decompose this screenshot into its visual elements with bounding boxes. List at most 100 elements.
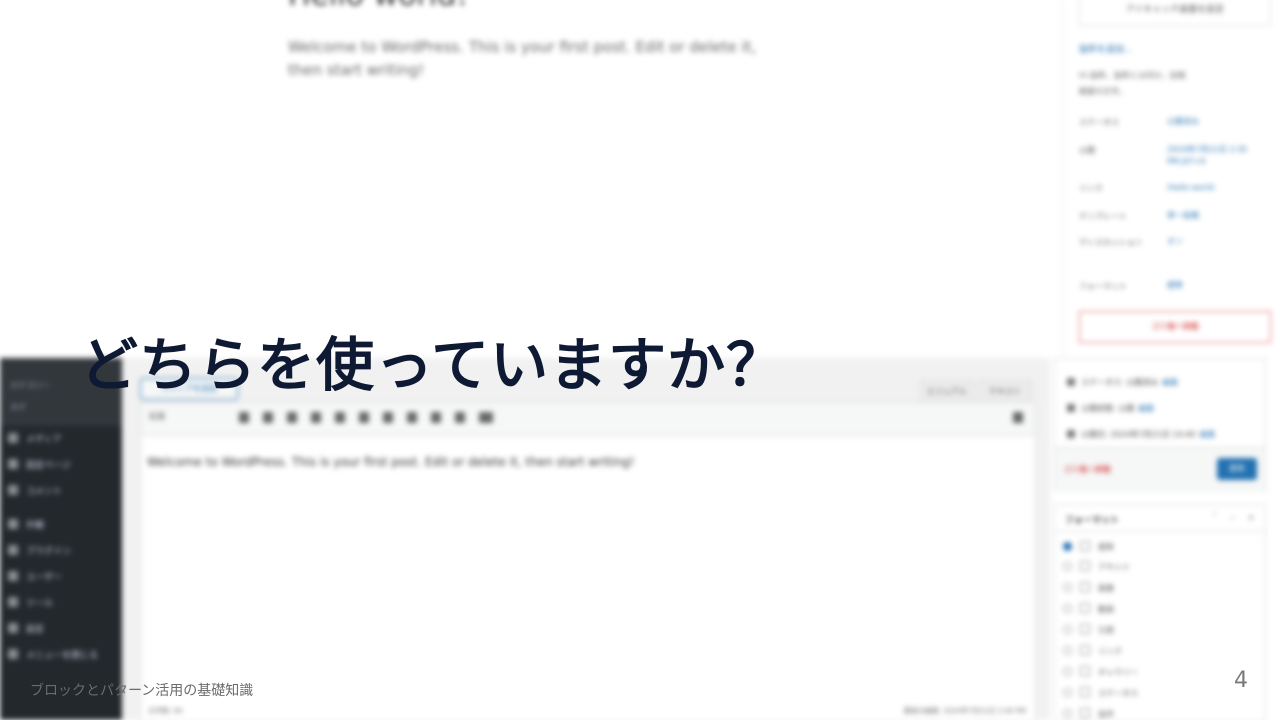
editor-content[interactable]: Welcome to WordPress. This is your first… <box>147 455 634 469</box>
format-box-header: フォーマット ⌃ ⌄ ▴ <box>1055 505 1265 532</box>
radio-icon <box>1063 688 1072 697</box>
settings-icon <box>8 623 18 633</box>
pin-icon <box>1067 378 1075 386</box>
read-more-icon[interactable] <box>455 412 465 423</box>
classic-editor-screenshot: カテゴリー タグ メディア 固定ページ コメント 外観 プラグイン ユーザー ツ… <box>0 358 1050 720</box>
admin-menu-item-appearance[interactable]: 外観 <box>8 518 44 531</box>
edit-visibility-link[interactable]: 編集 <box>1138 404 1154 413</box>
format-option-image[interactable]: 画像 <box>1063 582 1114 594</box>
paragraph-format-select[interactable]: 段落 <box>149 411 229 425</box>
comments-icon <box>8 485 18 495</box>
publish-status-row: ステータス: 公開済み 編集 <box>1067 377 1178 388</box>
collapse-toggle-icon[interactable]: ▴ <box>1249 512 1253 521</box>
classic-editor-box: 段落 Welcome to WordPress. This is your fi… <box>140 402 1036 720</box>
set-featured-image-button[interactable]: アイキャッチ画像を設定 <box>1079 0 1271 26</box>
trash-link[interactable]: ゴミ箱へ移動 <box>1063 464 1111 475</box>
users-icon <box>8 571 18 581</box>
blockquote-icon[interactable] <box>335 412 345 423</box>
radio-icon <box>1063 646 1072 655</box>
radio-checked-icon <box>1063 542 1072 551</box>
classic-editor-main: メディアを追加 ビジュアル テキスト 段落 Welcome to WordPre… <box>122 358 1050 720</box>
editor-status-bar: 文字数: 84 最後の編集: 2024年7月21日 2:40 PM <box>140 698 1034 720</box>
post-title: Hello world! <box>288 0 468 13</box>
admin-menu-item-pages[interactable]: 固定ページ <box>8 458 71 471</box>
publish-visibility-row: 公開状態: 公開 編集 <box>1067 403 1154 414</box>
pages-icon <box>8 459 18 469</box>
bulleted-list-icon[interactable] <box>287 412 297 423</box>
excerpt-description: Hi 抜粋、抜粋とは何か。投稿概要の文字。 <box>1079 71 1186 96</box>
tools-icon <box>8 597 18 607</box>
plugins-icon <box>8 545 18 555</box>
tab-visual[interactable]: ビジュアル <box>920 380 974 404</box>
chevron-up-icon[interactable]: ⌃ <box>1211 512 1218 521</box>
audio-icon <box>1080 708 1090 718</box>
align-right-icon[interactable] <box>407 412 417 423</box>
toolbar-toggle-icon[interactable] <box>479 412 493 423</box>
admin-menu-item-settings[interactable]: 設定 <box>8 622 44 635</box>
radio-icon <box>1063 667 1072 676</box>
block-settings-sidebar: アイキャッチ画像を設定 抜粋を追加… Hi 抜粋、抜粋とは何か。投稿概要の文字。… <box>1062 0 1280 358</box>
format-option-link[interactable]: リンク <box>1063 645 1122 657</box>
move-to-trash-button[interactable]: ゴミ箱へ移動 <box>1079 311 1271 343</box>
chevron-down-icon[interactable]: ⌄ <box>1229 512 1236 521</box>
image-icon <box>1080 582 1090 592</box>
post-paragraph: Welcome to WordPress. This is your first… <box>288 38 757 79</box>
add-excerpt-link[interactable]: 抜粋を追加… <box>1079 42 1133 55</box>
link-icon[interactable] <box>431 412 441 423</box>
fullscreen-icon[interactable] <box>1013 412 1023 423</box>
admin-menu-item-tools[interactable]: ツール <box>8 596 53 609</box>
align-center-icon[interactable] <box>383 412 393 423</box>
aside-icon <box>1080 561 1090 571</box>
format-box-title: フォーマット <box>1065 516 1120 526</box>
radio-icon <box>1063 583 1072 592</box>
link-icon <box>1080 645 1090 655</box>
media-icon <box>8 433 18 443</box>
edit-date-link[interactable]: 編集 <box>1199 430 1215 439</box>
publish-box-footer: ゴミ箱へ移動 更新 <box>1055 447 1265 492</box>
block-editor-screenshot: Hello world! Welcome to WordPress. This … <box>0 0 1050 320</box>
format-option-quote[interactable]: 引用 <box>1063 624 1114 636</box>
last-saved: 最後の編集: 2024年7月21日 2:40 PM <box>903 707 1026 715</box>
format-option-status[interactable]: ステータス <box>1063 687 1138 699</box>
slide-footer-label: ブロックとパターン活用の基礎知識 <box>30 683 254 699</box>
status-icon <box>1080 687 1090 697</box>
presentation-slide: Hello world! Welcome to WordPress. This … <box>0 0 1280 720</box>
align-left-icon[interactable] <box>359 412 369 423</box>
editor-toolbar: 段落 <box>141 403 1035 436</box>
format-option-aside[interactable]: アサイド <box>1063 561 1130 573</box>
slide-headline: どちらを使っていますか？ <box>80 331 786 399</box>
admin-menu-item-comments[interactable]: コメント <box>8 484 62 497</box>
publish-box: ステータス: 公開済み 編集 公開状態: 公開 編集 公開日: 2024年7月21日… <box>1054 358 1266 492</box>
quote-icon <box>1080 624 1090 634</box>
radio-icon <box>1063 625 1072 634</box>
edit-status-link[interactable]: 編集 <box>1162 378 1178 387</box>
admin-submenu-categories[interactable]: カテゴリー <box>10 380 50 391</box>
word-count: 文字数: 84 <box>148 707 183 715</box>
format-option-standard[interactable]: 標準 <box>1063 541 1114 553</box>
admin-submenu-tags[interactable]: タグ <box>10 402 26 413</box>
radio-icon <box>1063 562 1072 571</box>
update-button[interactable]: 更新 <box>1217 458 1257 480</box>
format-option-video[interactable]: 動画 <box>1063 603 1114 615</box>
appearance-icon <box>8 519 18 529</box>
collapse-icon <box>8 649 18 659</box>
publish-date-row: 公開日: 2024年7月21日 14:40 編集 <box>1067 429 1215 440</box>
tab-text[interactable]: テキスト <box>978 380 1032 404</box>
admin-menu-item-users[interactable]: ユーザー <box>8 570 62 583</box>
pin-icon <box>1080 541 1090 551</box>
radio-icon <box>1063 709 1072 718</box>
italic-icon[interactable] <box>263 412 273 423</box>
classic-editor-sidebar: ステータス: 公開済み 編集 公開状態: 公開 編集 公開日: 2024年7月21日… <box>1054 358 1280 720</box>
radio-icon <box>1063 604 1072 613</box>
admin-menu-item-media[interactable]: メディア <box>8 432 61 445</box>
format-option-audio[interactable]: 音声 <box>1063 708 1114 720</box>
numbered-list-icon[interactable] <box>311 412 321 423</box>
calendar-icon <box>1067 430 1075 438</box>
eye-icon <box>1067 404 1075 412</box>
format-option-gallery[interactable]: ギャラリー <box>1063 666 1138 678</box>
admin-menu-item-plugins[interactable]: プラグイン <box>8 544 71 557</box>
admin-menu-collapse[interactable]: メニューを閉じる <box>8 648 98 661</box>
bold-icon[interactable] <box>239 412 249 423</box>
gallery-icon <box>1080 666 1090 676</box>
slide-page-number: 4 <box>1234 668 1248 693</box>
